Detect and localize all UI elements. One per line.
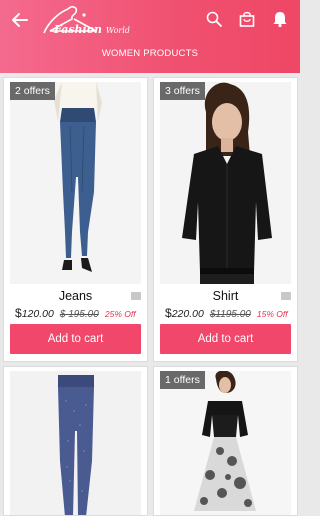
original-price: $ 195.00 [59, 309, 99, 320]
price-row: $220.00 $1195.00 15% Off [165, 306, 288, 320]
add-to-cart-button[interactable]: Add to cart [160, 324, 291, 354]
product-name: Jeans [58, 289, 93, 303]
product-image[interactable]: 2 offers [10, 82, 141, 284]
product-name: Shirt [212, 289, 239, 303]
leggings-model-illustration [10, 371, 141, 515]
offer-badge: 2 offers [10, 82, 55, 100]
price: $120.00 [15, 306, 54, 320]
add-to-cart-button[interactable]: Add to cart [10, 324, 141, 354]
product-image[interactable]: 3 offers [160, 82, 291, 284]
discount-label: 15% Off [256, 309, 288, 319]
dress-model-illustration [160, 371, 291, 515]
product-image[interactable]: 1 offers [160, 371, 291, 515]
shopping-bag-icon[interactable] [238, 10, 256, 28]
price: $220.00 [165, 306, 204, 320]
mini-cart-icon[interactable] [281, 292, 291, 300]
discount-label: 25% Off [104, 309, 136, 319]
product-card[interactable]: 1 offers [153, 366, 298, 516]
app-title: Fashion World [54, 23, 130, 36]
app-header: Fashion World WOMEN PRODUCTS [0, 0, 300, 73]
mini-cart-icon[interactable] [131, 292, 141, 300]
back-arrow-icon[interactable] [10, 10, 30, 30]
offer-badge: 1 offers [160, 371, 205, 389]
price-row: $120.00 $ 195.00 25% Off [15, 306, 136, 320]
product-card[interactable] [3, 366, 148, 516]
product-card[interactable]: 2 offers Jeans $120.00 $ 195.00 25% Off … [3, 77, 148, 362]
search-icon[interactable] [205, 10, 223, 28]
bell-icon[interactable] [271, 10, 289, 28]
original-price: $1195.00 [209, 309, 251, 320]
page-subtitle: WOMEN PRODUCTS [101, 48, 199, 59]
offer-badge: 3 offers [160, 82, 205, 100]
jeans-model-illustration [10, 82, 141, 284]
product-card[interactable]: 3 offers Shirt $220.00 $1195.00 15% Off … [153, 77, 298, 362]
product-image[interactable] [10, 371, 141, 515]
shirt-model-illustration [160, 82, 291, 284]
